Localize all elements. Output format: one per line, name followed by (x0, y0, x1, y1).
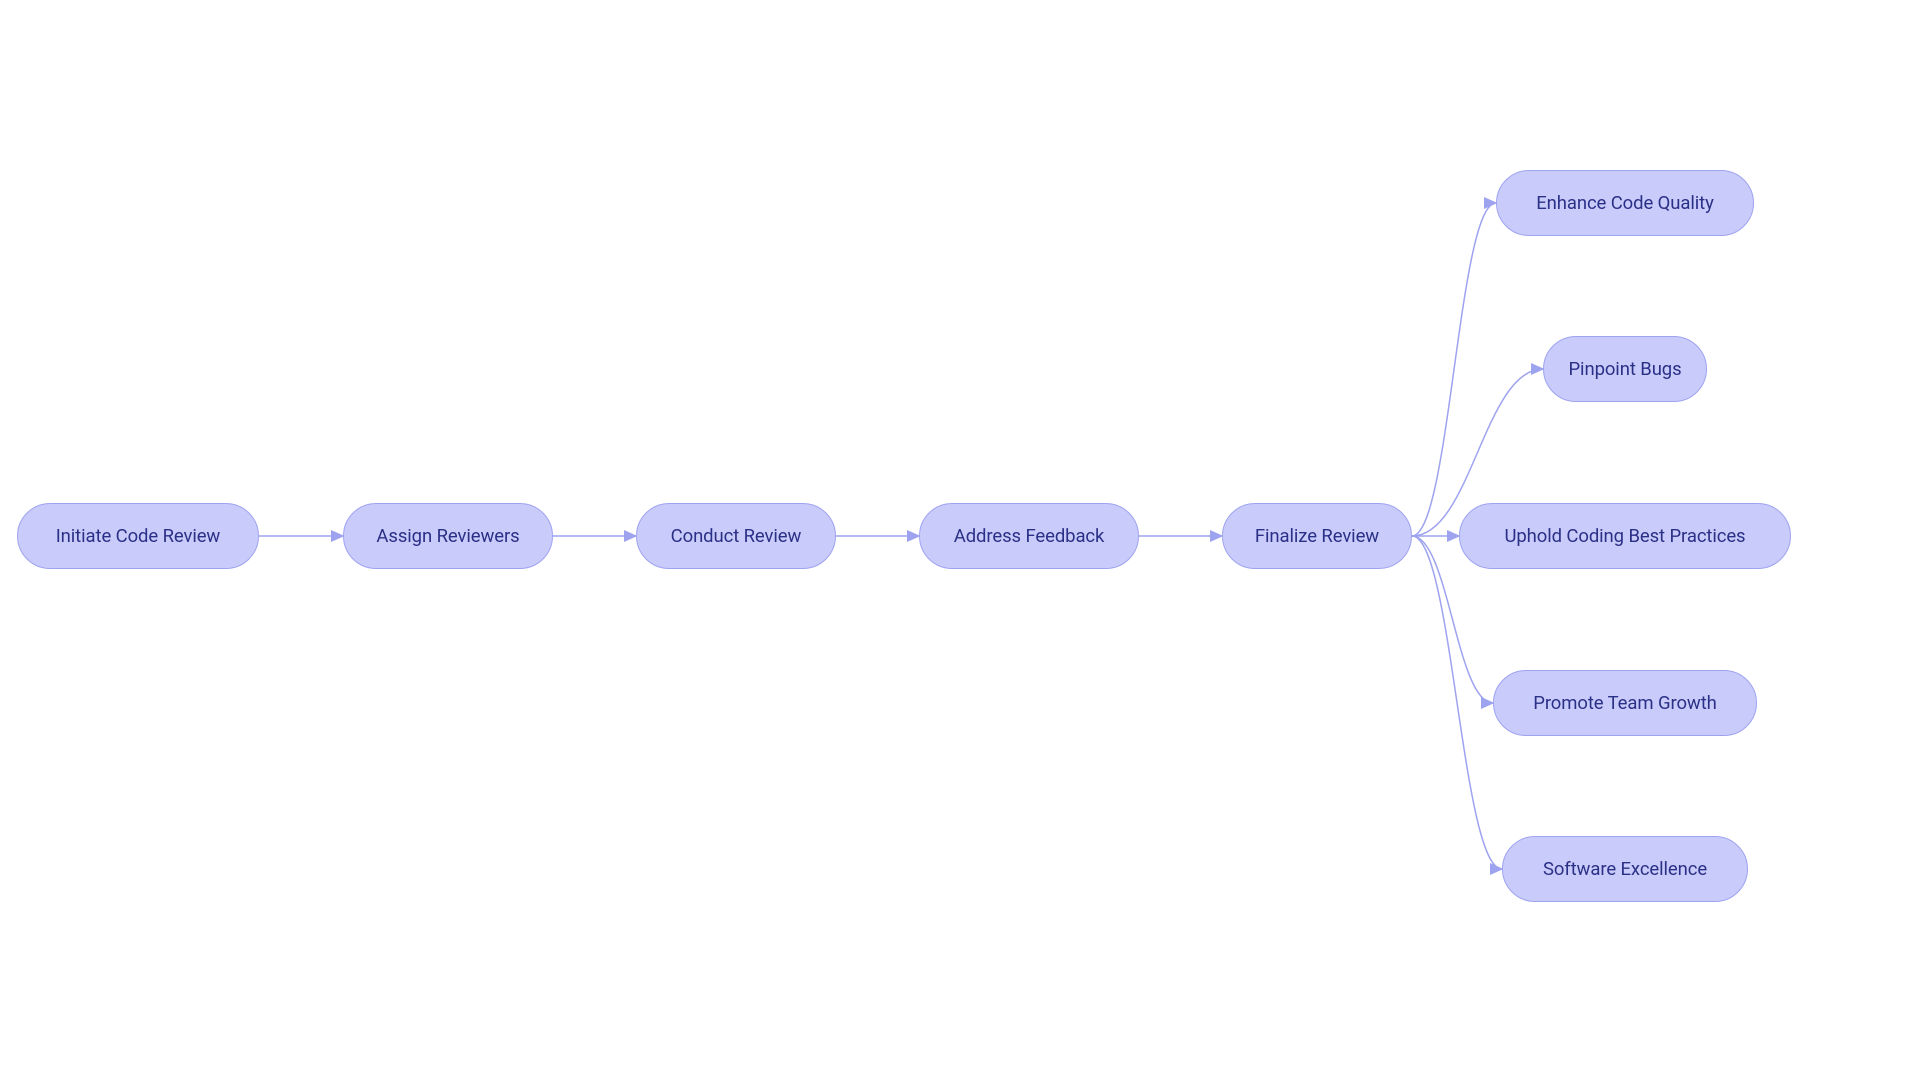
node-n9: Promote Team Growth (1493, 670, 1757, 736)
edge-n5-n10 (1412, 536, 1502, 869)
node-label: Initiate Code Review (56, 525, 221, 547)
node-label: Assign Reviewers (376, 525, 519, 547)
node-n1: Initiate Code Review (17, 503, 259, 569)
flowchart-canvas: Initiate Code Review Assign Reviewers Cond… (0, 0, 1920, 1080)
node-n7: Pinpoint Bugs (1543, 336, 1707, 402)
node-n5: Finalize Review (1222, 503, 1412, 569)
node-label: Address Feedback (954, 525, 1105, 547)
node-n6: Enhance Code Quality (1496, 170, 1754, 236)
node-label: Pinpoint Bugs (1568, 358, 1681, 380)
node-n3: Conduct Review (636, 503, 836, 569)
node-label: Finalize Review (1255, 525, 1379, 547)
node-label: Enhance Code Quality (1536, 192, 1714, 214)
node-label: Software Excellence (1543, 858, 1707, 880)
node-n4: Address Feedback (919, 503, 1139, 569)
node-label: Conduct Review (671, 525, 802, 547)
node-n10: Software Excellence (1502, 836, 1748, 902)
edge-n5-n6 (1412, 203, 1496, 536)
node-n2: Assign Reviewers (343, 503, 553, 569)
node-n8: Uphold Coding Best Practices (1459, 503, 1791, 569)
node-label: Uphold Coding Best Practices (1504, 525, 1745, 547)
node-label: Promote Team Growth (1533, 692, 1717, 714)
